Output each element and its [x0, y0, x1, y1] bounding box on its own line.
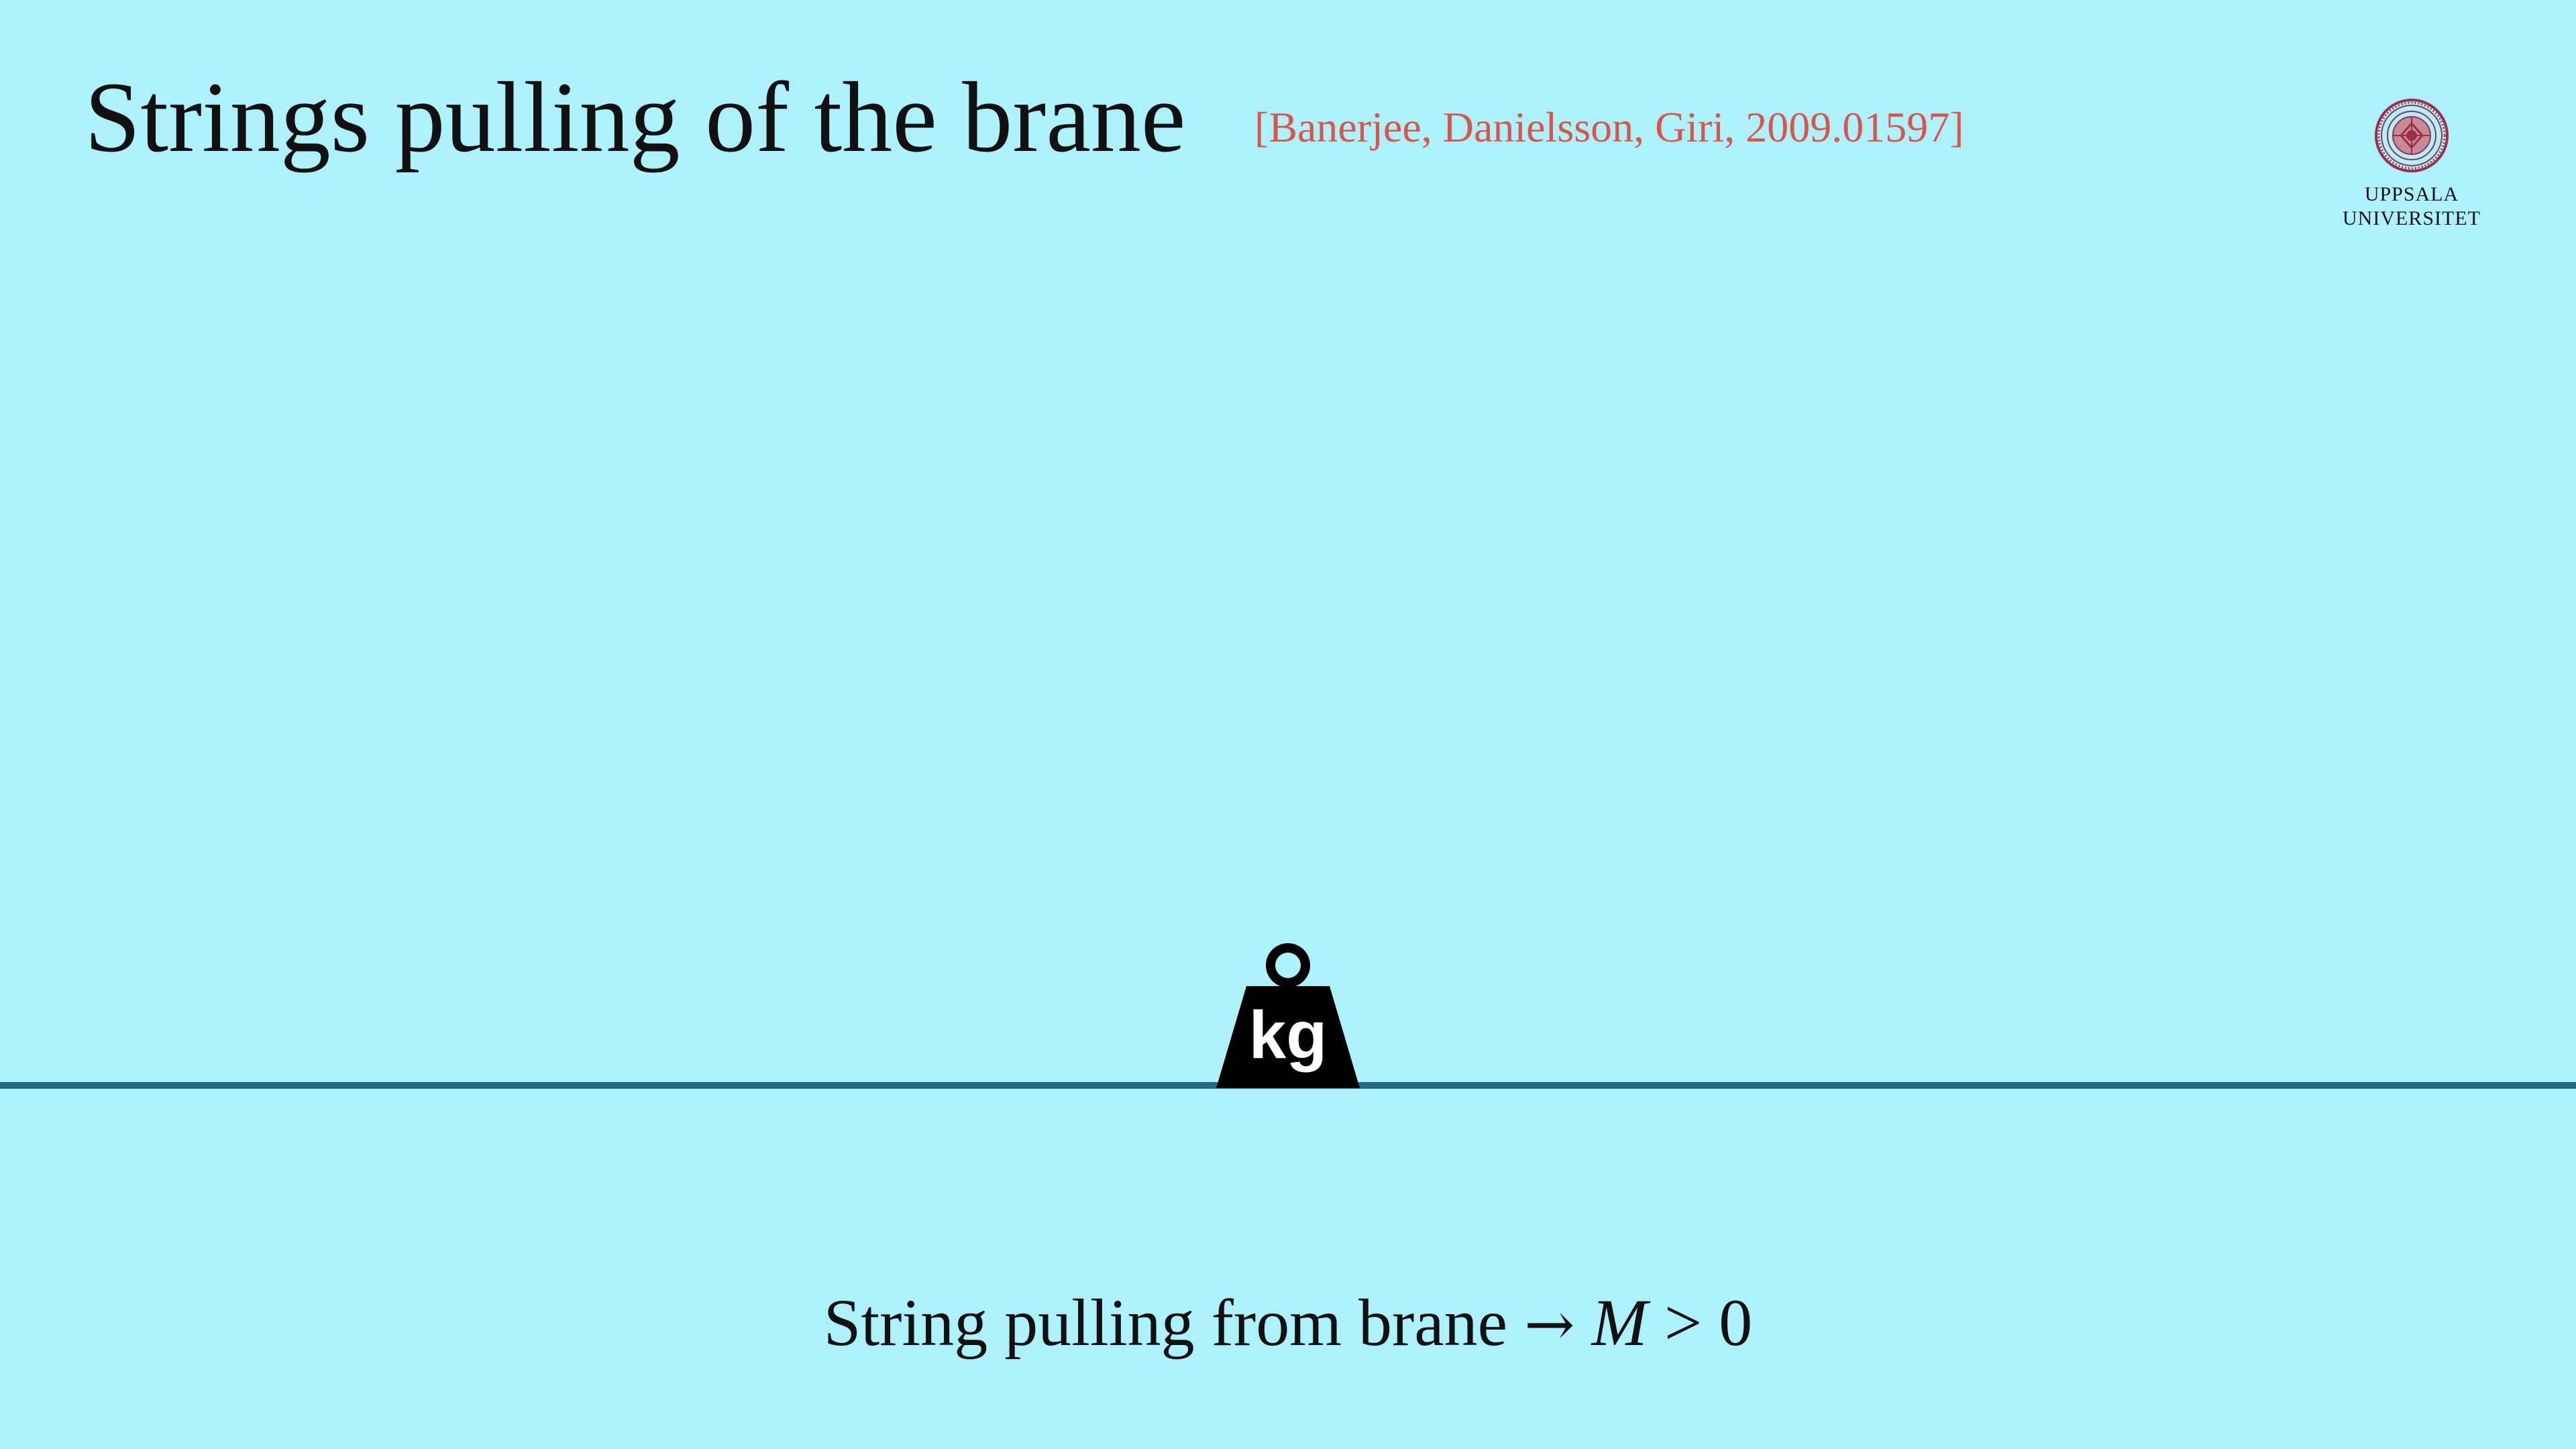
logo-line-2: UNIVERSITET [2343, 207, 2481, 229]
slide: Strings pulling of the brane [Banerjee, … [0, 0, 2576, 1449]
caption-relation: > 0 [1647, 1285, 1753, 1360]
slide-title: Strings pulling of the brane [85, 62, 1186, 173]
university-logo: UPPSALA UNIVERSITET [2341, 98, 2482, 231]
logo-line-1: UPPSALA [2364, 183, 2459, 205]
university-seal-icon [2375, 99, 2449, 172]
caption-text: String pulling from brane [823, 1285, 1508, 1360]
citation: [Banerjee, Danielsson, Giri, 2009.01597] [1254, 103, 1964, 151]
caption-math-symbol: M [1591, 1285, 1648, 1360]
weight-icon: kg [1216, 943, 1360, 1088]
weight-label: kg [1249, 998, 1328, 1073]
arrow-icon: → [1524, 1289, 1575, 1360]
caption: String pulling from brane → M > 0 [0, 1289, 2576, 1356]
